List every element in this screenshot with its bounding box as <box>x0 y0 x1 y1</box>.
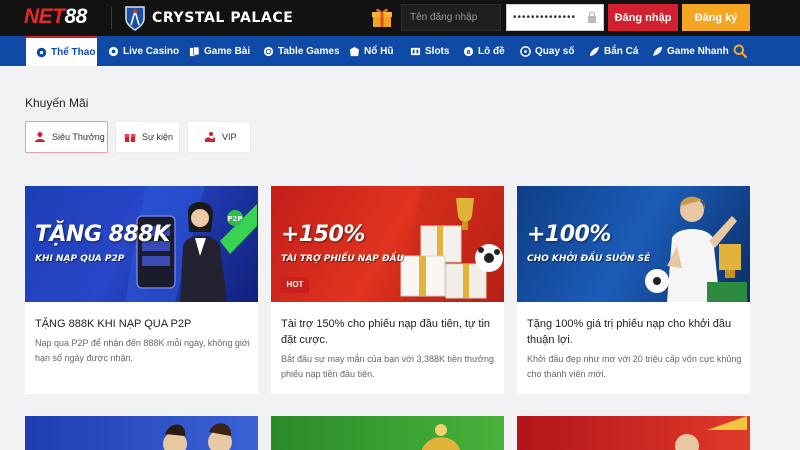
nav-item-no-hu[interactable]: Nổ Hũ <box>349 36 393 66</box>
promo-title: TẶNG 888K KHI NẠP QUA P2P <box>35 318 192 330</box>
nav-label: Nổ Hũ <box>364 45 394 57</box>
promo-description: Nạp qua P2P để nhận đến 888K mỗi ngày, k… <box>35 338 250 363</box>
filter-label: Siêu Thưởng <box>52 132 105 142</box>
cards-icon <box>189 46 200 56</box>
lottery-ball-icon: 8 <box>463 46 474 56</box>
nav-item-live-casino[interactable]: Live Casino <box>108 36 179 66</box>
filter-vip[interactable]: VIP <box>187 121 251 153</box>
username-input[interactable] <box>401 4 501 31</box>
net88-logo[interactable]: NET88 <box>24 5 87 29</box>
crystal-palace-crest-icon <box>125 6 145 31</box>
login-button[interactable]: Đăng nhập <box>608 4 678 31</box>
top-header: NET88 CRYSTAL PALACE Đăng nhập Đăng ký <box>0 0 800 36</box>
search-icon[interactable] <box>733 44 747 58</box>
table-games-icon <box>263 46 274 56</box>
partner-name: CRYSTAL PALACE <box>152 10 294 26</box>
nav-label: Quay số <box>535 45 575 57</box>
user-reward-icon <box>35 132 45 142</box>
nav-label: Game Nhanh <box>667 45 729 57</box>
logo-text-88: 88 <box>64 5 88 28</box>
lucky-draw-icon <box>520 45 531 57</box>
svg-text:P2P: P2P <box>227 215 242 223</box>
banner-subtitle: KHI NẠP QUA P2P <box>35 254 125 264</box>
filter-sieu-thuong[interactable]: Siêu Thưởng <box>25 121 108 153</box>
nav-item-game-bai[interactable]: Game Bài <box>189 36 250 66</box>
filter-su-kien[interactable]: Sự kiện <box>115 121 180 153</box>
promo-card-next[interactable] <box>517 416 750 450</box>
banner-subtitle: CHO KHỞI ĐẦU SUÔN SẺ <box>527 254 651 264</box>
banner-headline: TẶNG 888K <box>35 222 170 247</box>
fish-icon <box>589 46 600 56</box>
slots-icon <box>410 47 421 55</box>
banner-headline: +150% <box>281 222 365 247</box>
nav-label: Table Games <box>278 45 340 57</box>
jackpot-icon <box>349 46 360 56</box>
promo-banner: P2P TẶNG 888K KHI NẠP QUA P2P <box>25 186 258 302</box>
register-button[interactable]: Đăng ký <box>682 4 750 31</box>
promo-banner: +150% TÀI TRỢ PHIẾU NẠP ĐẦU HOT <box>271 186 504 302</box>
nav-item-quay-so[interactable]: Quay số <box>520 36 574 66</box>
nav-item-table-games[interactable]: Table Games <box>263 36 340 66</box>
filter-label: VIP <box>222 132 237 142</box>
banner-artwork <box>421 424 461 450</box>
logo-divider <box>111 7 112 29</box>
nav-label: Slots <box>425 45 450 57</box>
rocket-icon <box>652 46 663 56</box>
banner-artwork <box>675 416 747 450</box>
nav-label: Bắn Cá <box>604 45 639 57</box>
promo-description: Khởi đầu đẹp như mơ với 20 triệu cấp vốn… <box>527 354 742 379</box>
gift-box-icon <box>124 134 136 142</box>
vip-hand-icon <box>205 132 215 142</box>
filter-label: Sự kiện <box>142 132 174 142</box>
password-field <box>506 4 604 31</box>
svg-text:8: 8 <box>467 49 471 55</box>
nav-item-game-nhanh[interactable]: Game Nhanh <box>652 36 729 66</box>
promo-card-next[interactable] <box>271 416 504 450</box>
banner-subtitle: TÀI TRỢ PHIẾU NẠP ĐẦU <box>281 254 404 264</box>
nav-label: Lô đề <box>478 45 505 57</box>
nav-item-ban-ca[interactable]: Bắn Cá <box>589 36 638 66</box>
promo-card-150[interactable]: +150% TÀI TRỢ PHIẾU NẠP ĐẦU HOT Tài trợ … <box>271 186 504 394</box>
nav-label: Game Bài <box>204 45 251 57</box>
nav-item-slots[interactable]: Slots <box>410 36 449 66</box>
section-title: Khuyến Mãi <box>25 96 89 110</box>
nav-item-lo-de[interactable]: 8 Lô đề <box>463 36 505 66</box>
banner-headline: +100% <box>527 222 611 247</box>
banner-artwork <box>163 423 232 450</box>
live-casino-icon <box>108 46 119 56</box>
gift-icon[interactable] <box>371 6 393 28</box>
promo-card-100[interactable]: +100% CHO KHỞI ĐẦU SUÔN SẺ Tặng 100% giá… <box>517 186 750 394</box>
hot-badge: HOT <box>281 277 309 293</box>
logo-text-net: NET <box>24 5 65 28</box>
nav-item-the-thao[interactable]: Thể Thao <box>26 36 97 66</box>
promo-card-p2p[interactable]: P2P TẶNG 888K KHI NẠP QUA P2P TẶNG 888K … <box>25 186 258 394</box>
soccer-ball-icon <box>36 47 47 57</box>
nav-label: Thể Thao <box>51 46 96 58</box>
nav-label: Live Casino <box>123 45 180 57</box>
promo-title: Tặng 100% giá trị phiếu nạp cho khởi đầu… <box>527 318 732 346</box>
promo-banner: +100% CHO KHỞI ĐẦU SUÔN SẺ <box>517 186 750 302</box>
password-input[interactable] <box>507 5 585 30</box>
promo-title: Tài trợ 150% cho phiếu nạp đầu tiên, tự … <box>281 318 491 346</box>
main-nav: Thể Thao Live Casino Game Bài Table Game… <box>0 36 800 66</box>
lock-icon <box>588 11 596 23</box>
promo-card-next[interactable] <box>25 416 258 450</box>
promo-description: Bắt đầu sự may mắn của bạn với 3,388K ti… <box>281 354 494 379</box>
